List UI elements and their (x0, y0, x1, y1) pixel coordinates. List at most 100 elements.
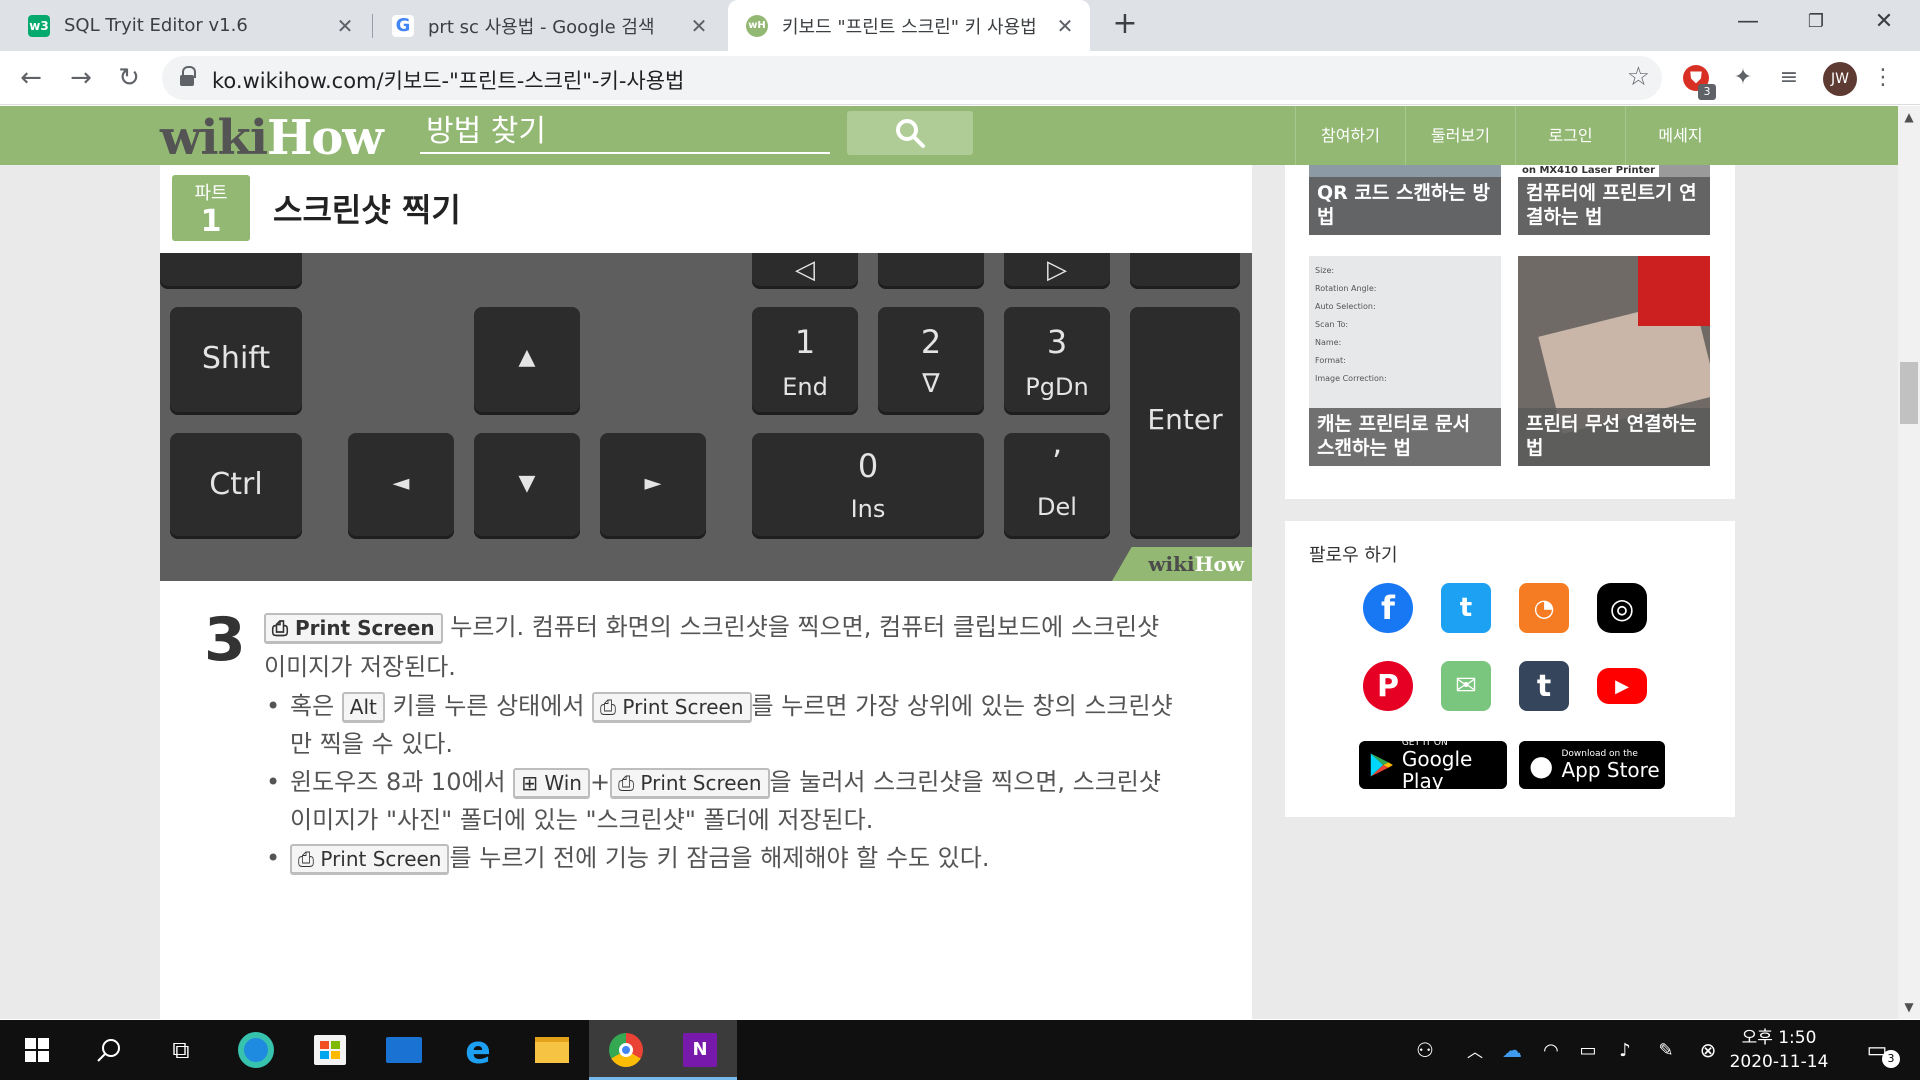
wikihow-header: wikiHow 방법 찾기 참여하기 둘러보기 로그인 메세지 (0, 106, 1898, 166)
chrome-taskbar-icon[interactable] (589, 1020, 663, 1080)
key-top-arrow-right: ▷ (1004, 253, 1110, 289)
close-icon[interactable]: ✕ (688, 14, 710, 38)
pen-icon[interactable]: ✎ (1648, 1020, 1684, 1080)
nav-participate[interactable]: 참여하기 (1295, 106, 1405, 165)
tab-title: 키보드 "프린트 스크린" 키 사용법 (782, 16, 1037, 38)
media-control-icon[interactable]: ≡ (1772, 61, 1806, 95)
search-taskbar-button[interactable] (72, 1020, 146, 1080)
back-button[interactable]: ← (12, 59, 50, 97)
tab-divider (372, 14, 373, 38)
wifi-icon[interactable]: ◠ (1534, 1020, 1568, 1080)
app-store-button[interactable]: ● Download on the App Store (1519, 741, 1665, 789)
mail-icon[interactable] (367, 1020, 441, 1080)
address-bar[interactable]: ko.wikihow.com/키보드-"프린트-스크린"-키-사용법 ☆ (162, 56, 1662, 100)
onedrive-icon[interactable]: ☁ (1494, 1020, 1530, 1080)
key-up: ▲ (474, 307, 580, 415)
key-down: ▼ (474, 433, 580, 539)
key-3-pgdn: 3 PgDn (1004, 307, 1110, 415)
reload-button[interactable]: ↻ (110, 59, 148, 97)
file-explorer-icon[interactable] (515, 1020, 589, 1080)
email-icon[interactable]: ✉ (1441, 661, 1491, 711)
pinterest-icon[interactable]: P (1363, 661, 1413, 711)
related-article-canon-scan[interactable]: Size: Rotation Angle: Auto Selection: Sc… (1309, 256, 1501, 466)
part-badge: 파트 1 (172, 175, 250, 241)
key-shift: Shift (170, 307, 302, 415)
printer-image-caption: on MX410 Laser Printer (1518, 165, 1660, 177)
related-article-label: 캐논 프린터로 문서 스캔하는 법 (1309, 408, 1501, 466)
google-play-big-text: Google Play (1401, 747, 1473, 793)
tab-wikihow[interactable]: wH 키보드 "프린트 스크린" 키 사용법 ✕ (728, 0, 1090, 51)
nav-explore[interactable]: 둘러보기 (1405, 106, 1515, 165)
key-1-end: 1 End (752, 307, 858, 415)
error-status-icon[interactable]: ⊗ (1690, 1020, 1726, 1080)
tab-sql-tryit[interactable]: w3 SQL Tryit Editor v1.6 ✕ (0, 0, 370, 51)
logo-how: How (267, 110, 384, 166)
bookmark-star-icon[interactable]: ☆ (1627, 62, 1650, 92)
scrollbar-thumb[interactable] (1900, 362, 1918, 424)
page-scrollbar[interactable] (1898, 106, 1920, 1019)
part-number: 1 (200, 204, 222, 239)
print-screen-key: ⎙ Print Screen (610, 768, 770, 799)
twitter-icon[interactable]: t (1441, 583, 1491, 633)
google-play-icon (1370, 753, 1393, 777)
close-icon[interactable]: ✕ (1054, 14, 1076, 38)
instagram-icon[interactable]: ◎ (1597, 583, 1647, 633)
key-dot-del: ’ Del (1004, 433, 1110, 539)
keyboard-image[interactable]: ◁ ▷ Shift ▲ 1 End 2 ∇ 3 PgDn Enter Ctrl ◄ ▼… (160, 253, 1252, 581)
people-icon[interactable]: ⚇ (1405, 1020, 1445, 1080)
taskbar-clock[interactable]: 오후 1:50 2020-11-14 (1724, 1026, 1834, 1074)
app-store-big-text: App Store (1561, 758, 1660, 782)
w3schools-icon: w3 (28, 14, 50, 37)
related-article-label: 컴퓨터에 프린트기 연결하는 법 (1518, 177, 1710, 235)
wikihow-icon: wH (746, 14, 768, 37)
search-icon (97, 1039, 120, 1062)
youtube-icon[interactable]: ▶ (1597, 668, 1647, 704)
list-item: 혹은 Alt 키를 누른 상태에서 ⎙ Print Screen를 누르면 가장… (264, 687, 1184, 763)
print-screen-key: ⎙ Print Screen (264, 613, 443, 644)
close-icon[interactable]: ✕ (334, 14, 356, 38)
onenote-icon[interactable]: N (663, 1020, 737, 1080)
key-top-left (160, 253, 302, 289)
key-top-right (1130, 253, 1240, 289)
related-article-wireless-printer[interactable]: 프린터 무선 연결하는 법 (1518, 256, 1710, 466)
volume-icon[interactable]: ♪ (1608, 1020, 1642, 1080)
tab-google-search[interactable]: G prt sc 사용법 - Google 검색 ✕ (374, 0, 724, 51)
start-button[interactable] (0, 1020, 74, 1080)
task-view-icon[interactable]: ⧉ (144, 1020, 218, 1080)
clock-time: 오후 1:50 (1741, 1028, 1817, 1048)
windows-logo-icon (25, 1038, 49, 1062)
internet-explorer-icon[interactable]: e (441, 1020, 515, 1080)
related-article-printer-connect[interactable]: on MX410 Laser Printer 컴퓨터에 프린트기 연결하는 법 (1518, 165, 1710, 235)
scroll-up-arrow-icon[interactable]: ▲ (1900, 108, 1918, 126)
nav-login[interactable]: 로그인 (1515, 106, 1625, 165)
rss-icon[interactable]: ◔ (1519, 583, 1569, 633)
part-title: 스크린샷 찍기 (273, 191, 461, 229)
scroll-down-arrow-icon[interactable]: ▼ (1900, 998, 1918, 1016)
tumblr-icon[interactable]: t (1519, 661, 1569, 711)
minimize-button[interactable]: — (1715, 0, 1781, 44)
search-button[interactable] (847, 111, 973, 155)
key-left: ◄ (348, 433, 454, 539)
tray-chevron-up-icon[interactable]: ︿ (1460, 1020, 1490, 1080)
related-article-qr[interactable]: QR 코드 스캔하는 방법 (1309, 165, 1501, 235)
forward-button[interactable]: → (62, 59, 100, 97)
nav-messages[interactable]: 메세지 (1625, 106, 1735, 165)
puzzle-extensions-icon[interactable]: ✦ (1726, 61, 1760, 95)
facebook-icon[interactable]: f (1363, 583, 1413, 633)
avatar[interactable]: JW (1823, 62, 1857, 96)
close-window-button[interactable]: ✕ (1851, 0, 1917, 44)
search-input[interactable]: 방법 찾기 (420, 110, 830, 154)
battery-icon[interactable]: ▭ (1568, 1020, 1608, 1080)
step-number: 3 (204, 605, 246, 675)
new-tab-button[interactable]: + (1108, 8, 1142, 42)
wikihow-logo[interactable]: wikiHow (160, 110, 384, 166)
notification-center-button[interactable]: ▭ 3 (1852, 1020, 1902, 1080)
restore-button[interactable]: ❐ (1783, 0, 1849, 44)
extension-badge: 3 (1698, 84, 1716, 100)
menu-kebab-icon[interactable]: ⋮ (1866, 61, 1900, 95)
store-icon[interactable] (293, 1020, 367, 1080)
edge-browser-icon[interactable] (219, 1020, 293, 1080)
tab-title: prt sc 사용법 - Google 검색 (428, 16, 655, 38)
related-articles: QR 코드 스캔하는 방법 on MX410 Laser Printer 컴퓨터… (1285, 165, 1735, 499)
google-play-button[interactable]: GET IT ON Google Play (1359, 738, 1507, 793)
